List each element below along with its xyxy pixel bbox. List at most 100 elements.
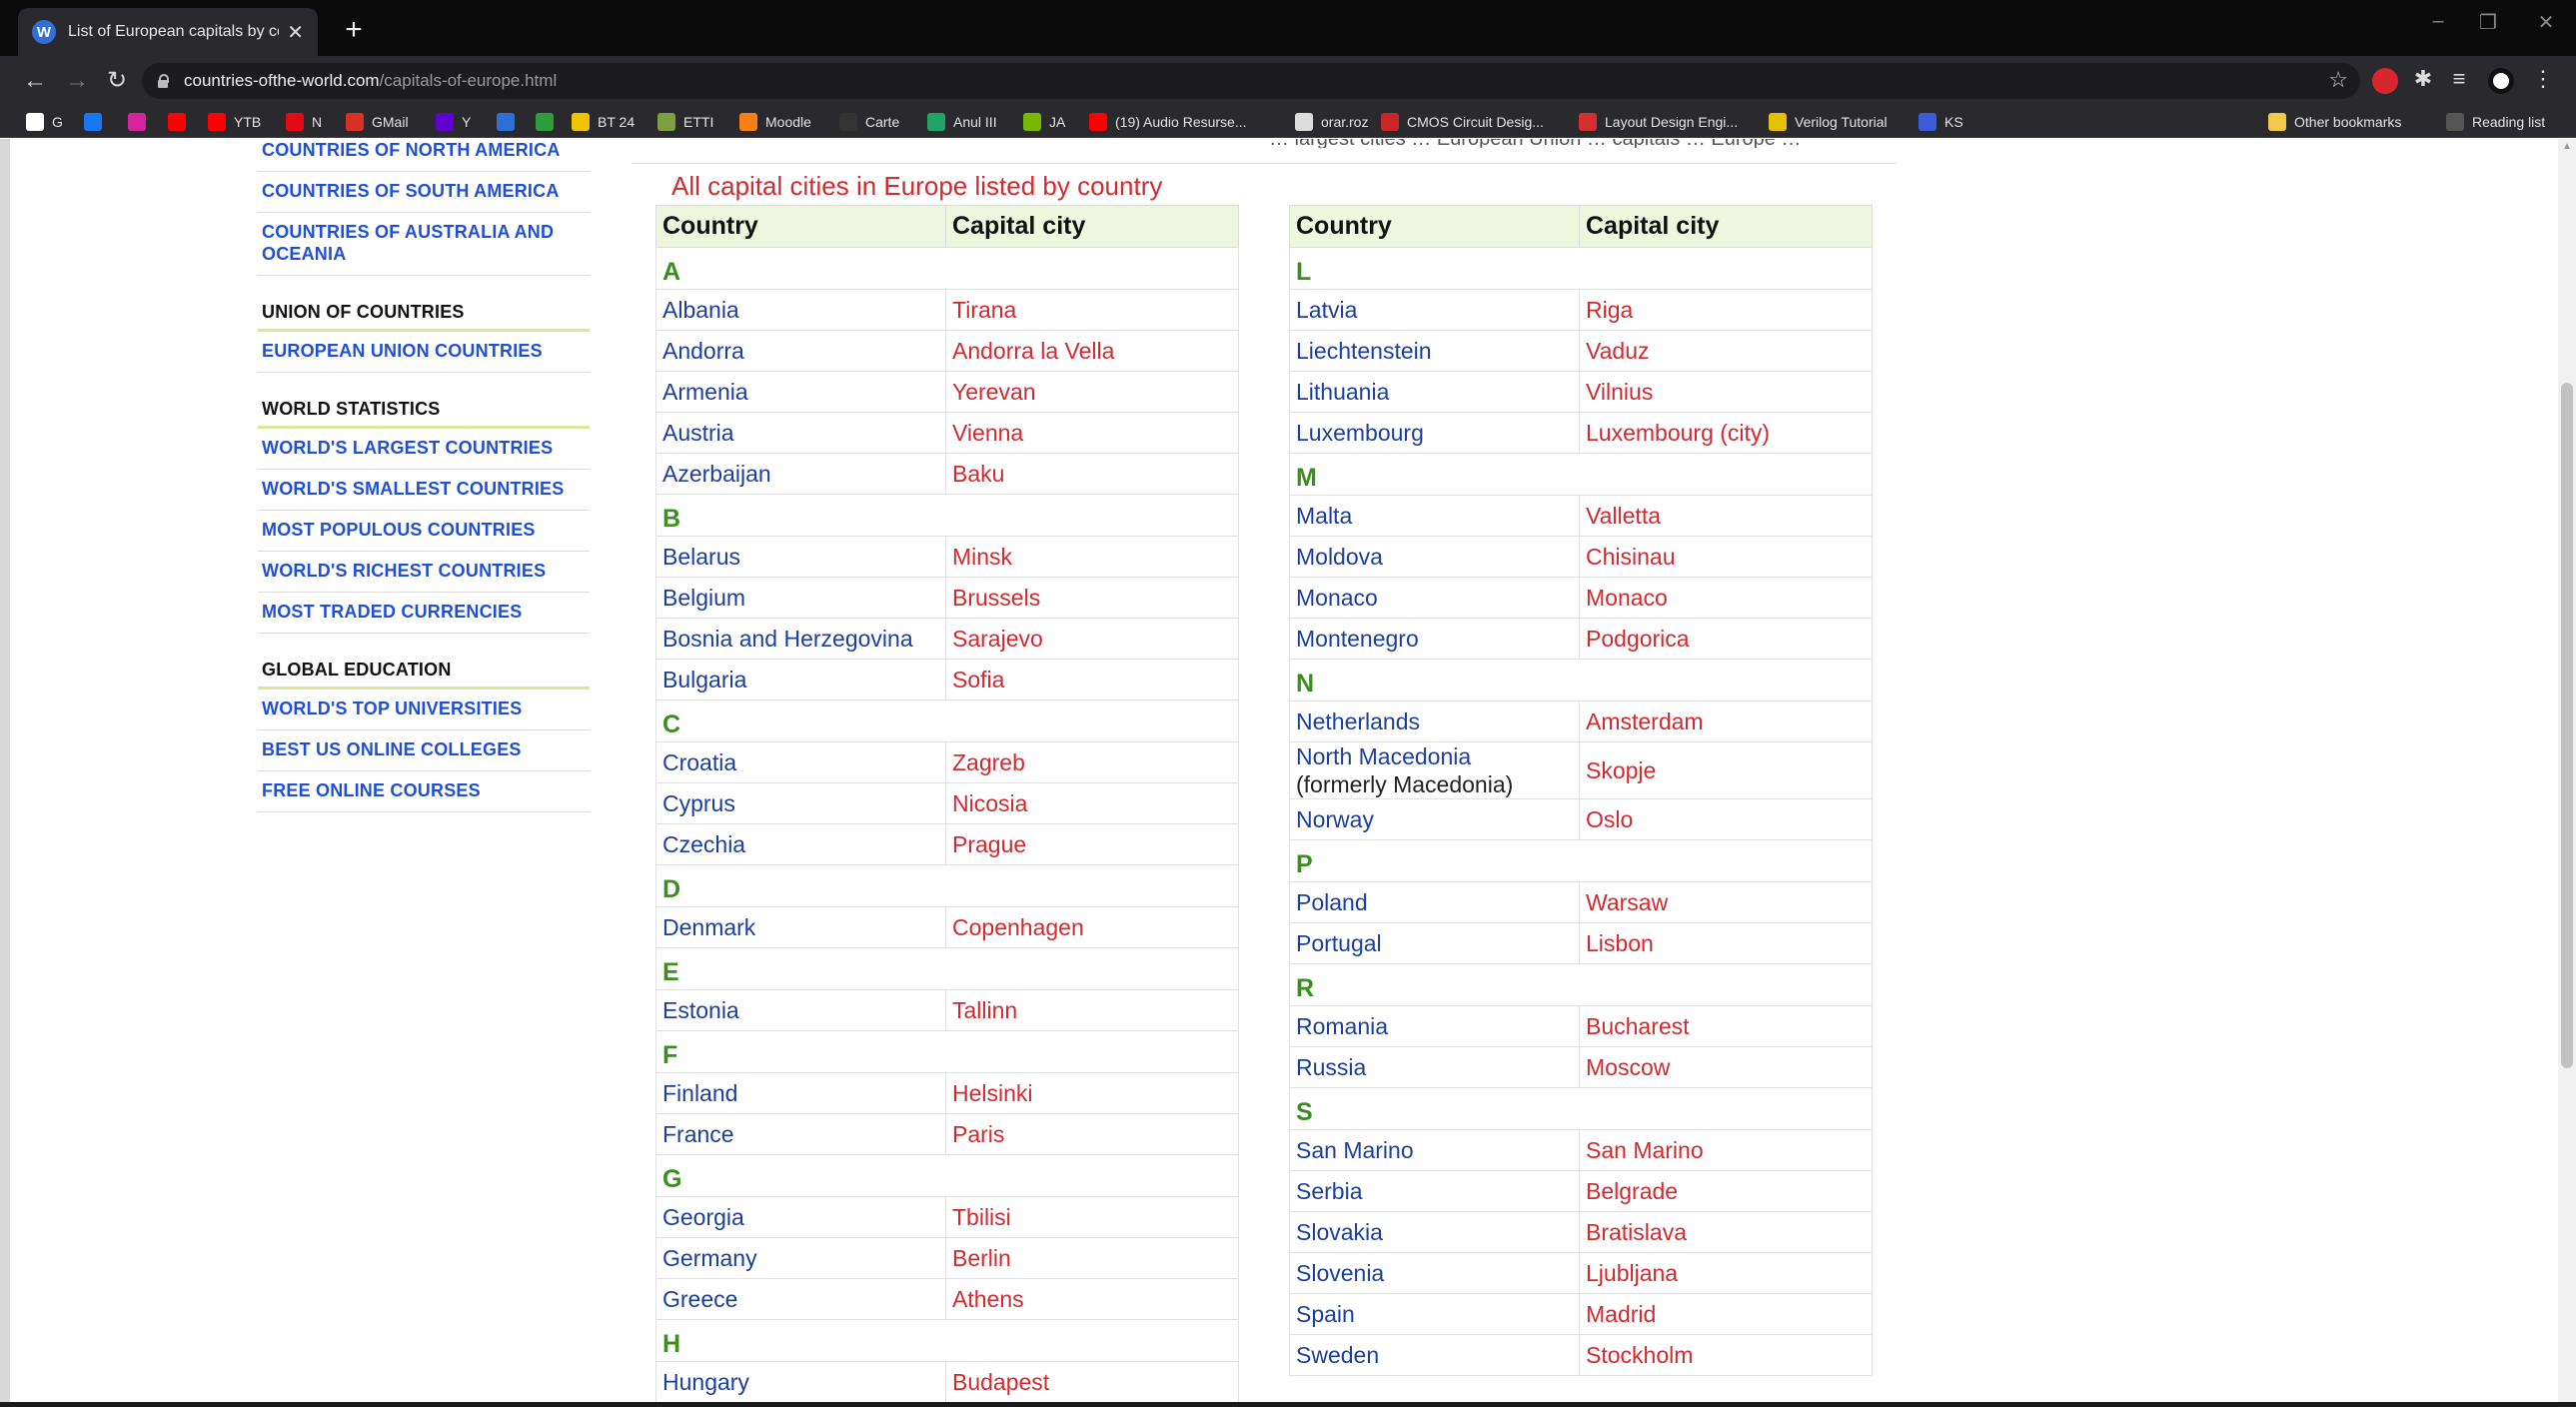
- capital-cell[interactable]: Andorra la Vella: [945, 330, 1239, 372]
- bookmark-item[interactable]: CMOS Circuit Desig...: [1381, 111, 1544, 133]
- other-bookmarks-folder[interactable]: Other bookmarks: [2268, 111, 2401, 133]
- country-cell[interactable]: Belarus: [655, 536, 946, 578]
- country-name[interactable]: Austria: [662, 420, 734, 446]
- capital-cell[interactable]: Bucharest: [1579, 1005, 1873, 1047]
- capital-cell[interactable]: Tallinn: [945, 989, 1239, 1031]
- media-queue-icon[interactable]: ≡: [2444, 66, 2474, 92]
- capital-cell[interactable]: Sofia: [945, 659, 1239, 701]
- country-name[interactable]: Belarus: [662, 544, 740, 570]
- menu-kebab-icon[interactable]: ⋮: [2528, 66, 2558, 92]
- back-icon[interactable]: ←: [18, 64, 52, 98]
- sidebar-link[interactable]: FREE ONLINE COURSES: [258, 771, 590, 812]
- country-cell[interactable]: Norway: [1289, 798, 1580, 840]
- capital-cell[interactable]: Copenhagen: [945, 906, 1239, 948]
- country-cell[interactable]: Monaco: [1289, 577, 1580, 619]
- capital-cell[interactable]: Minsk: [945, 536, 1239, 578]
- capital-cell[interactable]: Chisinau: [1579, 536, 1873, 578]
- country-name[interactable]: Germany: [662, 1245, 757, 1271]
- bookmark-item[interactable]: JA: [1023, 111, 1065, 133]
- capital-cell[interactable]: Luxembourg (city): [1579, 412, 1873, 454]
- country-cell[interactable]: Andorra: [655, 330, 946, 372]
- country-name[interactable]: North Macedonia: [1296, 743, 1471, 769]
- sidebar-link[interactable]: MOST POPULOUS COUNTRIES: [258, 511, 590, 552]
- country-cell[interactable]: Finland: [655, 1072, 946, 1114]
- tab-active[interactable]: W List of European capitals by coun ✕: [18, 8, 318, 56]
- country-name[interactable]: San Marino: [1296, 1137, 1414, 1163]
- bookmark-item[interactable]: Y: [436, 111, 471, 133]
- capital-cell[interactable]: Monaco: [1579, 577, 1873, 619]
- capital-cell[interactable]: Berlin: [945, 1237, 1239, 1279]
- country-cell[interactable]: Bosnia and Herzegovina: [655, 618, 946, 660]
- country-name[interactable]: Sweden: [1296, 1342, 1379, 1368]
- bookmark-item[interactable]: [128, 111, 154, 133]
- forward-icon[interactable]: →: [60, 64, 94, 98]
- country-cell[interactable]: Denmark: [655, 906, 946, 948]
- country-name[interactable]: Luxembourg: [1296, 420, 1424, 446]
- sidebar-link[interactable]: BEST US ONLINE COLLEGES: [258, 730, 590, 771]
- country-name[interactable]: Slovakia: [1296, 1219, 1383, 1245]
- capital-cell[interactable]: Belgrade: [1579, 1170, 1873, 1212]
- country-name[interactable]: Bosnia and Herzegovina: [662, 626, 913, 652]
- country-name[interactable]: Cyprus: [662, 790, 735, 816]
- country-cell[interactable]: Serbia: [1289, 1170, 1580, 1212]
- sidebar-link[interactable]: WORLD'S RICHEST COUNTRIES: [258, 552, 590, 593]
- country-cell[interactable]: Cyprus: [655, 782, 946, 824]
- capital-cell[interactable]: Yerevan: [945, 371, 1239, 413]
- country-cell[interactable]: Croatia: [655, 741, 946, 783]
- capital-cell[interactable]: Amsterdam: [1579, 701, 1873, 742]
- capital-cell[interactable]: Warsaw: [1579, 881, 1873, 923]
- country-cell[interactable]: Malta: [1289, 495, 1580, 537]
- country-cell[interactable]: France: [655, 1113, 946, 1155]
- country-cell[interactable]: Netherlands: [1289, 701, 1580, 742]
- minimize-icon[interactable]: –: [2418, 10, 2458, 33]
- country-name[interactable]: Moldova: [1296, 544, 1383, 570]
- country-name[interactable]: Hungary: [662, 1369, 749, 1395]
- capital-cell[interactable]: Prague: [945, 823, 1239, 865]
- country-cell[interactable]: Moldova: [1289, 536, 1580, 578]
- extensions-puzzle-icon[interactable]: ✱: [2408, 66, 2438, 92]
- capital-cell[interactable]: Vienna: [945, 412, 1239, 454]
- country-name[interactable]: Monaco: [1296, 585, 1378, 611]
- extension-adblock-icon[interactable]: [2372, 68, 2398, 94]
- capital-cell[interactable]: Tirana: [945, 289, 1239, 331]
- capital-cell[interactable]: Vilnius: [1579, 371, 1873, 413]
- bookmark-item[interactable]: orar.roz: [1295, 111, 1368, 133]
- country-name[interactable]: Andorra: [662, 338, 744, 364]
- bookmark-item[interactable]: (19) Audio Resurse...: [1089, 111, 1247, 133]
- sidebar-link[interactable]: WORLD'S LARGEST COUNTRIES: [258, 429, 590, 470]
- country-name[interactable]: Bulgaria: [662, 667, 746, 693]
- bookmark-item[interactable]: YTB: [208, 111, 261, 133]
- country-name[interactable]: Norway: [1296, 806, 1374, 832]
- bookmark-item[interactable]: N: [286, 111, 322, 133]
- capital-cell[interactable]: Helsinki: [945, 1072, 1239, 1114]
- country-cell[interactable]: Albania: [655, 289, 946, 331]
- country-cell[interactable]: Austria: [655, 412, 946, 454]
- country-cell[interactable]: Russia: [1289, 1046, 1580, 1088]
- country-cell[interactable]: Liechtenstein: [1289, 330, 1580, 372]
- capital-cell[interactable]: San Marino: [1579, 1129, 1873, 1171]
- sidebar-link[interactable]: MOST TRADED CURRENCIES: [258, 593, 590, 634]
- country-name[interactable]: Belgium: [662, 585, 745, 611]
- country-cell[interactable]: Montenegro: [1289, 618, 1580, 660]
- country-name[interactable]: Malta: [1296, 503, 1352, 529]
- country-cell[interactable]: Bulgaria: [655, 659, 946, 701]
- country-cell[interactable]: Czechia: [655, 823, 946, 865]
- country-name[interactable]: Finland: [662, 1080, 737, 1106]
- bookmark-item[interactable]: Anul III: [927, 111, 997, 133]
- country-name[interactable]: Georgia: [662, 1204, 744, 1230]
- capital-cell[interactable]: Zagreb: [945, 741, 1239, 783]
- sidebar-link[interactable]: COUNTRIES OF AUSTRALIA AND OCEANIA: [258, 213, 590, 276]
- bookmark-item[interactable]: [168, 111, 194, 133]
- country-name[interactable]: Lithuania: [1296, 379, 1389, 405]
- country-name[interactable]: Spain: [1296, 1301, 1355, 1327]
- country-cell[interactable]: Azerbaijan: [655, 453, 946, 495]
- country-cell[interactable]: Luxembourg: [1289, 412, 1580, 454]
- country-name[interactable]: Armenia: [662, 379, 748, 405]
- capital-cell[interactable]: Tbilisi: [945, 1196, 1239, 1238]
- capital-cell[interactable]: Nicosia: [945, 782, 1239, 824]
- capital-cell[interactable]: Ljubljana: [1579, 1252, 1873, 1294]
- bookmark-item[interactable]: G: [26, 111, 63, 133]
- country-cell[interactable]: Sweden: [1289, 1334, 1580, 1376]
- sidebar-link[interactable]: COUNTRIES OF SOUTH AMERICA: [258, 172, 590, 213]
- country-name[interactable]: Serbia: [1296, 1178, 1362, 1204]
